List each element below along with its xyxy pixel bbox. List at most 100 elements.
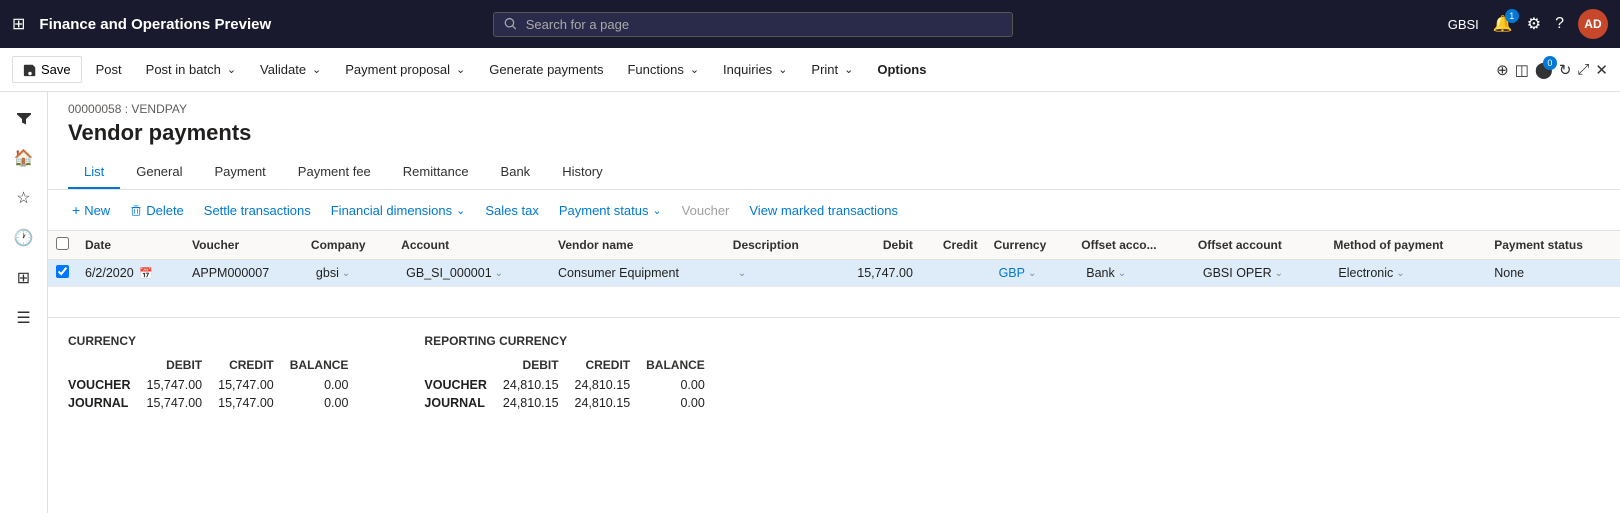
detach-icon[interactable]: ◫ (1515, 61, 1529, 79)
offset-account-dropdown[interactable]: GBSI OPER⌄ (1198, 264, 1288, 282)
post-label: Post (96, 62, 122, 77)
settle-transactions-button[interactable]: Settle transactions (196, 199, 319, 222)
cell-vendor-name: Consumer Equipment (550, 260, 725, 287)
currency-col-debit: DEBIT (147, 356, 219, 376)
validate-label: Validate (260, 62, 306, 77)
close-icon[interactable]: ✕ (1595, 61, 1608, 79)
currency-summary: CURRENCY DEBIT CREDIT BALANCE (68, 334, 364, 412)
cell-debit: 15,747.00 (829, 260, 920, 287)
method-dropdown[interactable]: Electronic⌄ (1333, 264, 1409, 282)
functions-button[interactable]: Functions (617, 57, 709, 82)
offset-acct-type-dropdown[interactable]: Bank⌄ (1081, 264, 1131, 282)
notifications-icon[interactable]: 🔔 1 (1493, 14, 1513, 34)
col-check[interactable] (48, 231, 77, 260)
tab-payment-fee[interactable]: Payment fee (282, 156, 387, 189)
currency-dropdown[interactable]: GBP⌄ (994, 264, 1042, 282)
reporting-row-balance: 0.00 (646, 376, 721, 394)
calendar-icon[interactable]: 📅 (139, 268, 153, 280)
grid-menu-icon[interactable]: ⊞ (12, 14, 25, 34)
options-label: Options (877, 62, 926, 77)
favorites-icon[interactable]: ☆ (6, 180, 42, 216)
search-input[interactable] (526, 17, 1003, 32)
payment-status-button[interactable]: Payment status (551, 199, 670, 222)
row-check[interactable] (48, 260, 77, 287)
help-icon[interactable]: ? (1555, 15, 1564, 33)
print-label: Print (811, 62, 838, 77)
payment-status-label: Payment status (559, 203, 649, 218)
post-in-batch-label: Post in batch (146, 62, 221, 77)
home-icon[interactable]: 🏠 (6, 140, 42, 176)
reporting-row-debit: 24,810.15 (503, 394, 575, 412)
account-dropdown[interactable]: GB_SI_000001⌄ (401, 264, 508, 282)
tab-general[interactable]: General (120, 156, 198, 189)
payment-proposal-button[interactable]: Payment proposal (335, 57, 475, 82)
recent-icon[interactable]: 🕐 (6, 220, 42, 256)
personalize-icon[interactable]: ⊕ (1496, 61, 1509, 79)
notif-count: 1 (1505, 9, 1519, 23)
filter-icon[interactable] (6, 100, 42, 136)
currency-col-label (68, 356, 147, 376)
inquiries-button[interactable]: Inquiries (713, 57, 797, 82)
options-button[interactable]: Options (867, 57, 936, 82)
cell-offset-acct-type: Bank⌄ (1073, 260, 1190, 287)
view-marked-button[interactable]: View marked transactions (741, 199, 906, 222)
reporting-row-label: VOUCHER (424, 376, 503, 394)
select-all-checkbox[interactable] (56, 237, 69, 250)
search-icon (504, 17, 517, 31)
fullscreen-icon[interactable]: ⤢ (1577, 61, 1589, 78)
tab-payment[interactable]: Payment (198, 156, 281, 189)
currency-row-label: VOUCHER (68, 376, 147, 394)
col-account: Account (393, 231, 550, 260)
refresh-icon[interactable]: ↻ (1559, 61, 1572, 79)
tab-remittance[interactable]: Remittance (387, 156, 485, 189)
cell-credit (921, 260, 986, 287)
inquiries-label: Inquiries (723, 62, 772, 77)
col-offset-acct-type: Offset acco... (1073, 231, 1190, 260)
save-label: Save (41, 62, 71, 77)
tab-history[interactable]: History (546, 156, 618, 189)
delete-button[interactable]: Delete (122, 199, 192, 222)
col-description: Description (725, 231, 830, 260)
generate-payments-button[interactable]: Generate payments (479, 57, 613, 82)
reporting-summary: REPORTING CURRENCY DEBIT CREDIT BALANCE (424, 334, 720, 412)
financial-dimensions-button[interactable]: Financial dimensions (323, 199, 474, 222)
tab-bank[interactable]: Bank (485, 156, 547, 189)
tab-list[interactable]: List (68, 156, 120, 189)
search-bar[interactable] (493, 12, 1013, 37)
table-row[interactable]: 6/2/2020 📅 APPM000007 gbsi⌄ GB_SI_000001… (48, 260, 1620, 287)
currency-row-credit: 15,747.00 (218, 394, 290, 412)
currency-summary-row: VOUCHER 15,747.00 15,747.00 0.00 (68, 376, 364, 394)
col-vendor-name: Vendor name (550, 231, 725, 260)
print-button[interactable]: Print (801, 57, 863, 82)
cell-voucher: APPM000007 (184, 260, 303, 287)
post-in-batch-button[interactable]: Post in batch (136, 57, 246, 82)
settings-icon[interactable]: ⚙ (1527, 14, 1541, 34)
workspace-icon[interactable]: ⊞ (6, 260, 42, 296)
view-marked-label: View marked transactions (749, 203, 898, 218)
company-dropdown[interactable]: gbsi⌄ (311, 264, 355, 282)
badge-icon[interactable]: ⬤0 (1535, 60, 1553, 80)
cell-currency: GBP⌄ (986, 260, 1074, 287)
col-method: Method of payment (1325, 231, 1486, 260)
summary-row: CURRENCY DEBIT CREDIT BALANCE (68, 334, 1600, 412)
save-button[interactable]: Save (12, 56, 82, 83)
description-dropdown[interactable]: ⌄ (733, 266, 751, 281)
payments-table: Date Voucher Company Account Vendor name… (48, 231, 1620, 287)
sales-tax-button[interactable]: Sales tax (477, 199, 546, 222)
app-layout: 🏠 ☆ 🕐 ⊞ ☰ 00000058 : VENDPAY Vendor paym… (0, 92, 1620, 513)
avatar[interactable]: AD (1578, 9, 1608, 39)
reporting-col-balance: BALANCE (646, 356, 721, 376)
breadcrumb: 00000058 : VENDPAY (68, 102, 1600, 116)
col-company: Company (303, 231, 393, 260)
cell-method: Electronic⌄ (1325, 260, 1486, 287)
validate-button[interactable]: Validate (250, 57, 331, 82)
top-nav-right: GBSI 🔔 1 ⚙ ? AD (1448, 9, 1608, 39)
list-icon[interactable]: ☰ (6, 300, 42, 336)
post-button[interactable]: Post (86, 57, 132, 82)
chevron-down-icon: ⌄ (1396, 268, 1404, 279)
cell-company: gbsi⌄ (303, 260, 393, 287)
new-button[interactable]: + New (64, 198, 118, 222)
currency-row-label: JOURNAL (68, 394, 147, 412)
left-sidebar: 🏠 ☆ 🕐 ⊞ ☰ (0, 92, 48, 513)
row-checkbox[interactable] (56, 265, 69, 278)
